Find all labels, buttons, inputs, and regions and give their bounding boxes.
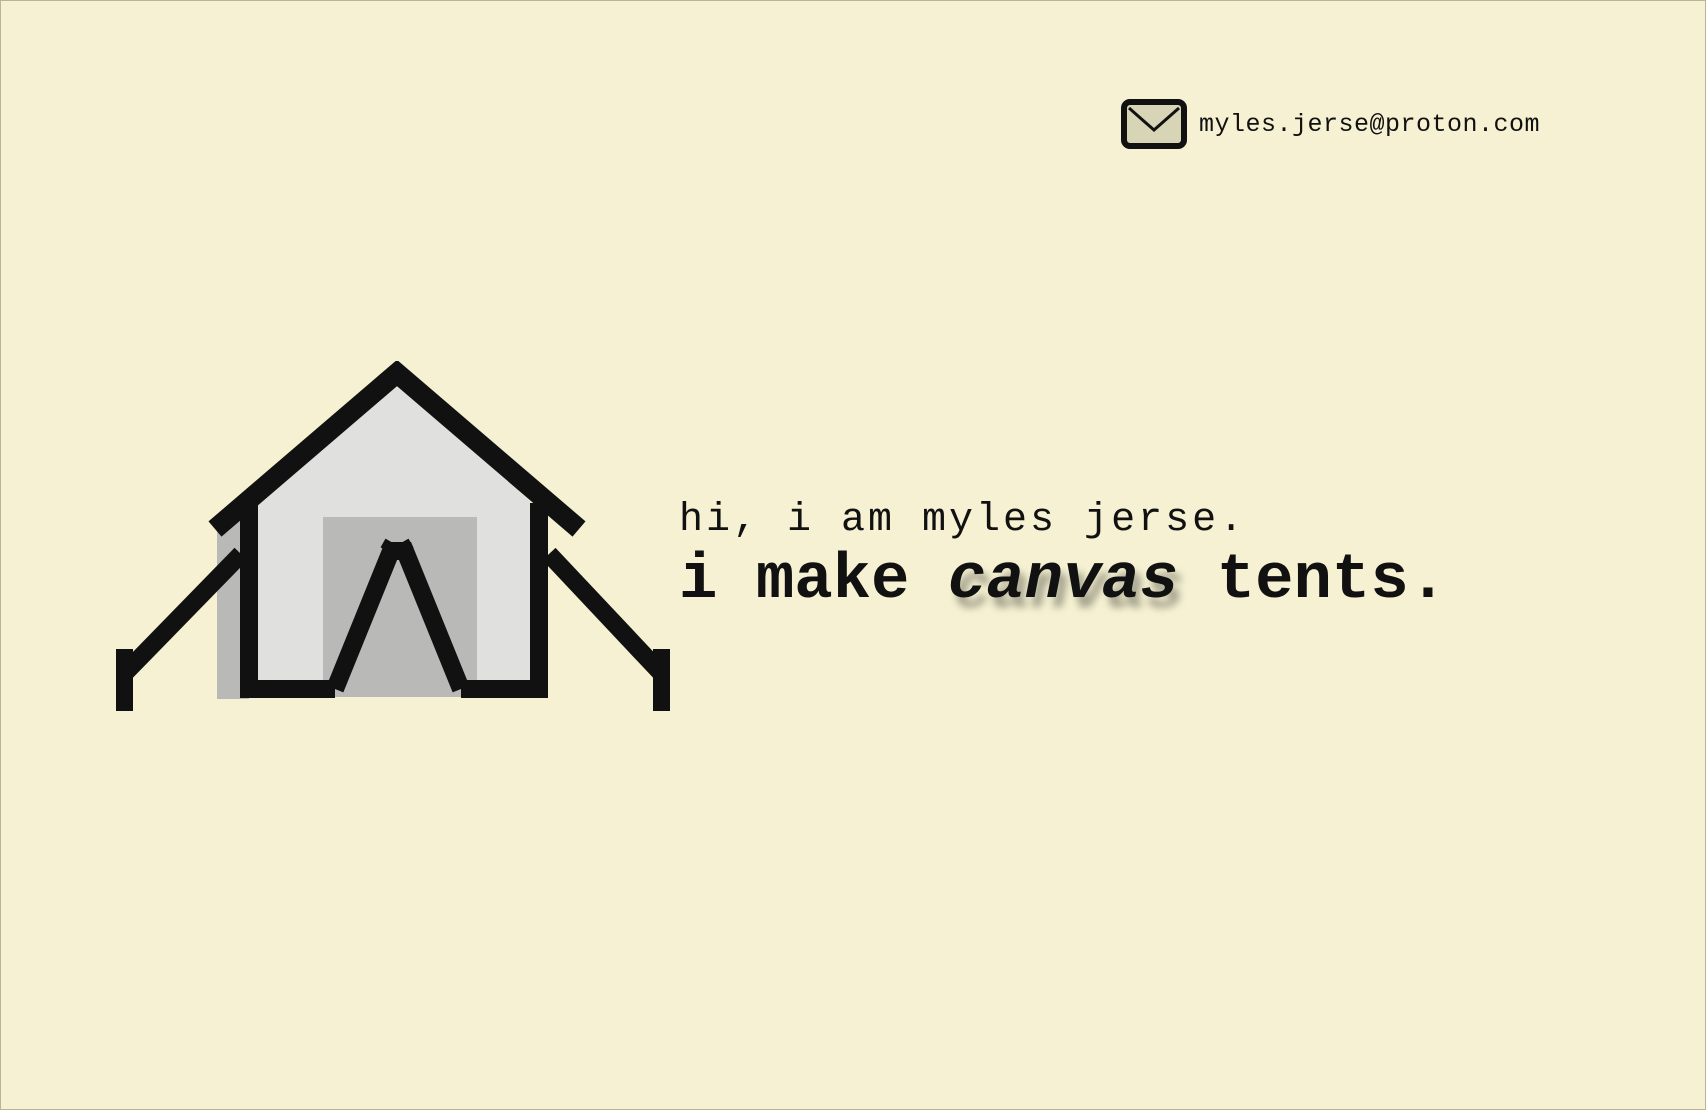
email-link[interactable]: myles.jerse@proton.com <box>1199 110 1540 139</box>
tent-logo-icon <box>116 361 670 711</box>
tagline-accent: canvas <box>947 545 1179 617</box>
landing-page: myles.jerse@proton.com hi, i am myles je… <box>0 0 1706 1110</box>
mail-icon[interactable] <box>1121 99 1187 149</box>
contact-block: myles.jerse@proton.com <box>1121 99 1540 149</box>
tagline: i make canvas tents. <box>679 549 1447 613</box>
tagline-after: tents. <box>1216 545 1448 617</box>
hero-text: hi, i am myles jerse. i make canvas tent… <box>679 498 1447 614</box>
greeting-text: hi, i am myles jerse. <box>679 498 1247 543</box>
tagline-before: i make <box>679 545 910 617</box>
